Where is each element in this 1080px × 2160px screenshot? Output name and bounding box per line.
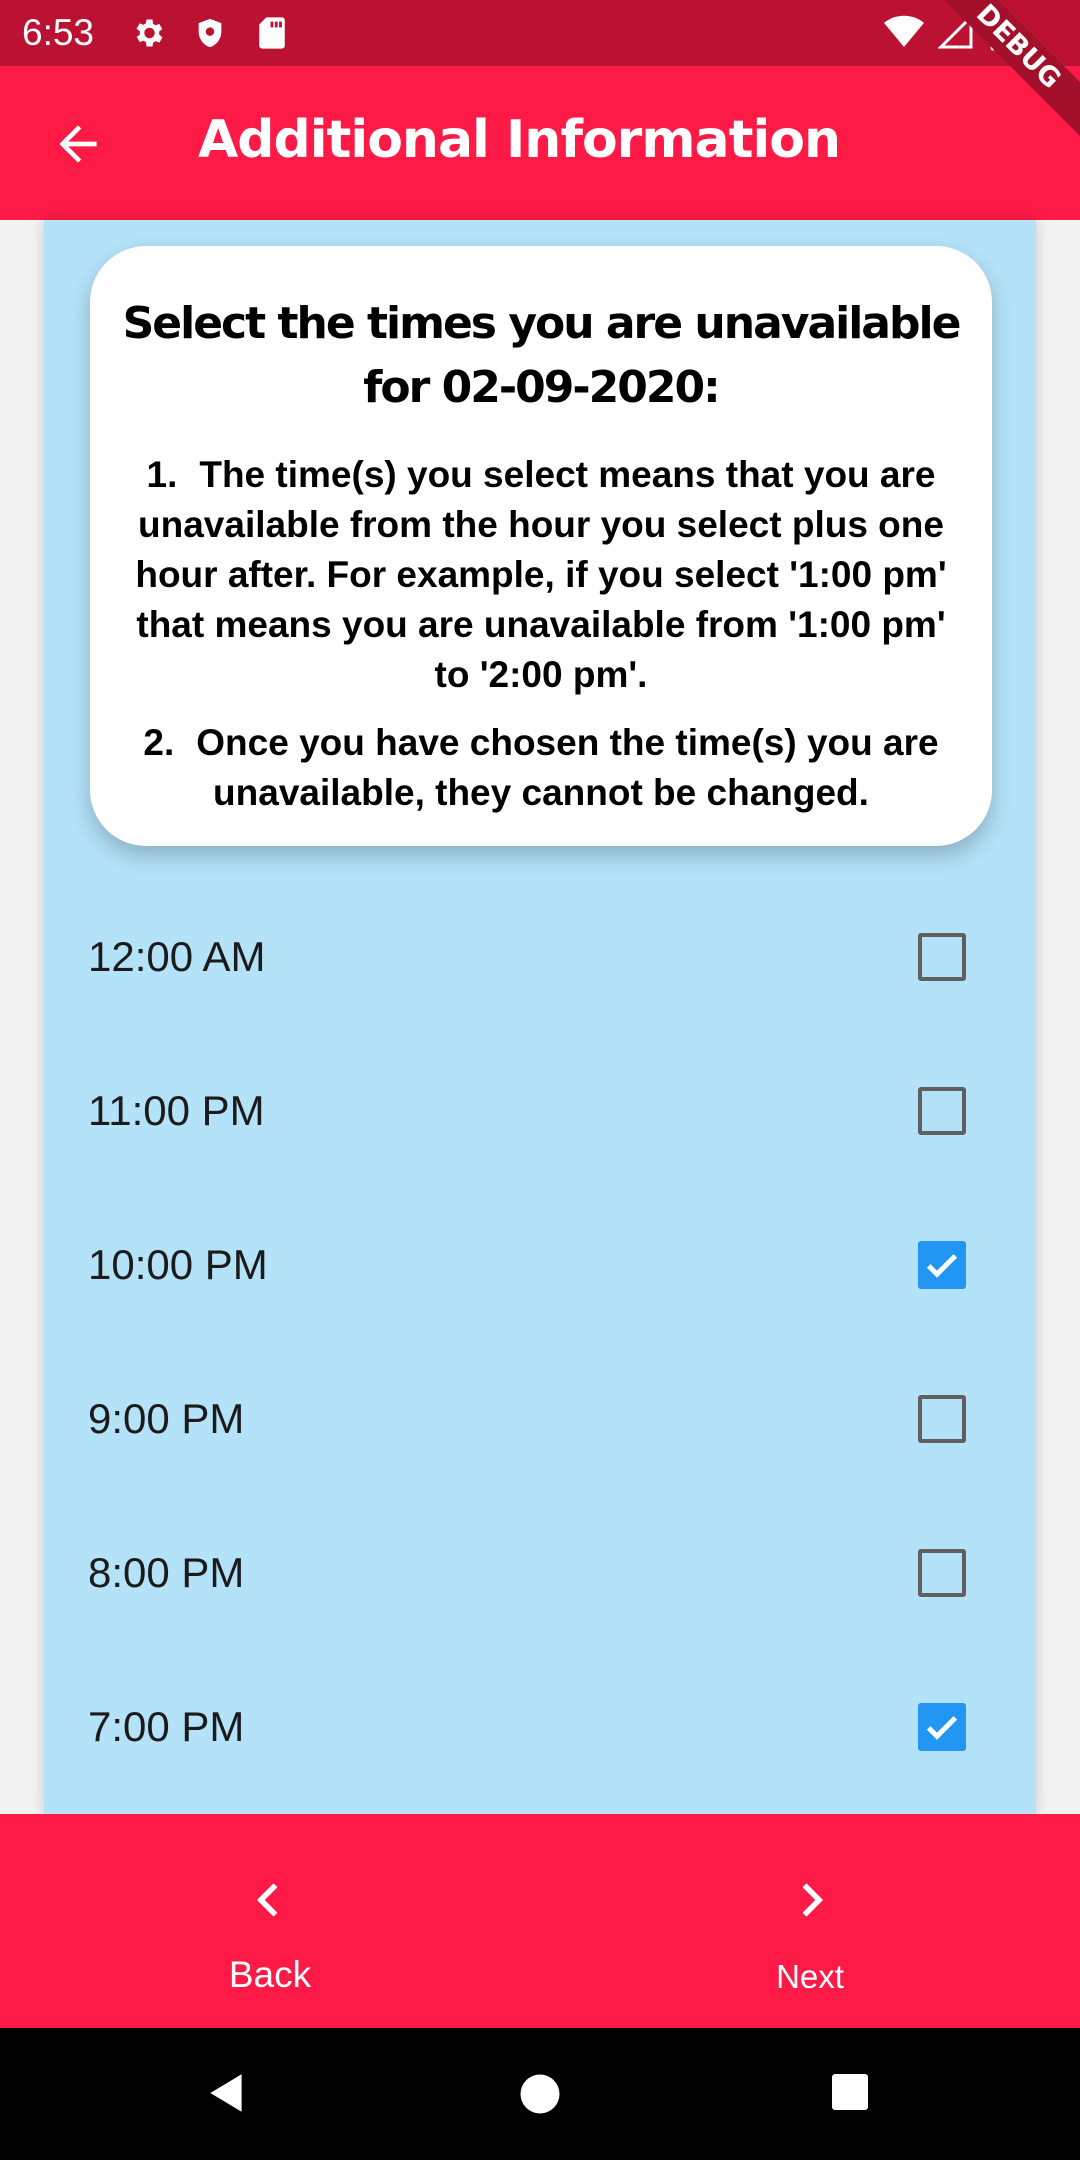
status-right-icons — [884, 12, 1010, 57]
status-time: 6:53 — [22, 12, 95, 53]
time-slot-checkbox[interactable] — [918, 1395, 966, 1443]
check-icon — [926, 1716, 958, 1740]
check-icon — [926, 1254, 958, 1278]
bottom-nav: Back Next — [0, 1814, 1080, 2028]
system-home-icon[interactable] — [514, 2068, 566, 2120]
signal-icon — [937, 12, 974, 57]
time-slot-checkbox[interactable] — [918, 1703, 966, 1751]
wifi-icon — [884, 12, 924, 57]
time-slot-row[interactable]: 10:00 PM — [44, 1188, 1036, 1342]
rule-number: 2. — [143, 722, 175, 763]
time-slot-label: 11:00 PM — [88, 1087, 265, 1134]
info-card: Select the times you are unavailable for… — [90, 246, 992, 846]
back-arrow-icon[interactable] — [50, 116, 106, 172]
system-recents-icon[interactable] — [826, 2068, 874, 2116]
screen: 6:53 Additional Information DEBUG Select… — [0, 0, 1080, 2160]
time-slot-checkbox[interactable] — [918, 1241, 966, 1289]
system-nav-bar — [0, 2028, 1080, 2160]
sd-card-icon — [252, 13, 292, 53]
rule-text: Once you have chosen the time(s) you are… — [196, 722, 939, 813]
time-slot-row[interactable]: 12:00 AM — [44, 880, 1036, 1034]
back-button[interactable]: Back — [0, 1814, 540, 2028]
time-slot-label: 12:00 AM — [88, 933, 266, 980]
gear-icon — [128, 13, 168, 53]
time-slot-checkbox[interactable] — [918, 1549, 966, 1597]
time-slot-label: 8:00 PM — [88, 1549, 245, 1596]
back-label: Back — [228, 1954, 312, 1995]
time-slot-checkbox[interactable] — [918, 1087, 966, 1135]
app-bar: Additional Information — [0, 66, 1080, 220]
time-slot-row[interactable]: 8:00 PM — [44, 1496, 1036, 1650]
next-label: Next — [776, 1958, 844, 1995]
status-bar: 6:53 — [0, 0, 1080, 66]
page-title: Additional Information — [198, 110, 841, 170]
time-slot-label: 9:00 PM — [88, 1395, 245, 1442]
rule-item: 1. The time(s) you select means that you … — [116, 450, 966, 700]
time-slot-row[interactable]: 9:00 PM — [44, 1342, 1036, 1496]
time-slot-row[interactable]: 7:00 PM — [44, 1650, 1036, 1804]
shield-icon — [190, 13, 230, 53]
battery-icon — [988, 12, 1010, 57]
card-title: Select the times you are unavailable for… — [122, 298, 962, 413]
chevron-left-icon — [256, 1883, 278, 1917]
time-slot-list: 12:00 AM 11:00 PM 10:00 PM 9:00 PM 8:00 … — [44, 880, 1036, 1804]
chevron-right-icon — [802, 1883, 824, 1917]
time-slot-label: 10:00 PM — [88, 1241, 268, 1288]
content-panel: Select the times you are unavailable for… — [44, 220, 1036, 1814]
rule-item: 2. Once you have chosen the time(s) you a… — [116, 718, 966, 818]
rule-text: The time(s) you select means that you ar… — [135, 454, 947, 695]
time-slot-row[interactable]: 11:00 PM — [44, 1034, 1036, 1188]
next-button[interactable]: Next — [540, 1814, 1080, 2028]
system-back-icon[interactable] — [202, 2068, 252, 2118]
time-slot-checkbox[interactable] — [918, 933, 966, 981]
time-slot-label: 7:00 PM — [88, 1703, 245, 1750]
rule-number: 1. — [146, 454, 178, 495]
